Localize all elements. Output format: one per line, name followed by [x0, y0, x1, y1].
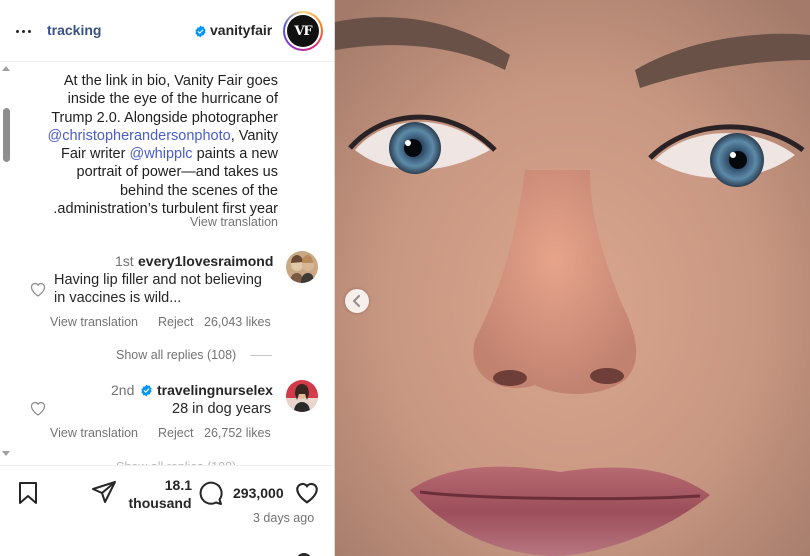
verified-badge-icon — [141, 384, 152, 397]
scroll-up-arrow-icon[interactable] — [2, 66, 10, 71]
replies-divider — [250, 355, 272, 356]
caption-text: , Vanity — [230, 127, 278, 144]
post-actions-bar: 18.1 thousand 293,000 3 days ago — [0, 465, 334, 556]
comment-meta: 26,752 likes — [204, 426, 271, 440]
comment-bubble-icon[interactable] — [197, 480, 223, 506]
post-photo[interactable] — [335, 0, 810, 556]
bookmark-icon[interactable] — [17, 481, 39, 505]
caption-view-translation-link[interactable]: View translation — [150, 215, 278, 229]
comment-reject-link[interactable]: Reject — [158, 426, 193, 440]
shares-count: 18.1 thousand — [124, 476, 196, 512]
chevron-left-icon — [353, 295, 360, 307]
comment-text: Having lip filler and not believing — [54, 272, 262, 288]
comment-username[interactable]: travelingnurselex — [157, 382, 273, 398]
comment-meta: Reject — [158, 426, 193, 440]
post-sidebar: tracking vanityfair VF At the link in bi… — [0, 0, 335, 556]
comment-meta: 26,043 likes — [204, 315, 271, 329]
like-heart-icon[interactable] — [294, 480, 320, 504]
caption-line: Fair writer @whipplc paints a new — [26, 145, 278, 163]
scroll-down-arrow-icon[interactable] — [2, 451, 10, 456]
comment-username[interactable]: every1lovesraimond — [138, 253, 273, 269]
mention-link[interactable]: @whipplc — [129, 146, 192, 162]
caption-line: Trump 2.0. Alongside photographer — [51, 109, 278, 126]
commenter-avatar[interactable] — [286, 380, 318, 412]
comments-count[interactable]: 293,000 — [233, 485, 284, 501]
account-avatar[interactable]: VF — [283, 11, 323, 51]
comment-text: in vaccines is wild... — [54, 290, 182, 306]
comment-text: 28 in dog years — [172, 401, 272, 417]
caption-line: behind the scenes of the — [119, 182, 278, 199]
post-timestamp[interactable]: 3 days ago — [253, 511, 314, 525]
mention-link[interactable]: @christopheranderson​photo — [48, 128, 231, 144]
share-send-icon[interactable] — [91, 480, 117, 504]
comment-likes-count[interactable]: 26,043 likes — [204, 315, 271, 329]
more-options-icon[interactable] — [16, 24, 38, 38]
previous-image-button[interactable] — [345, 289, 369, 313]
caption-line: At the link in bio, Vanity Fair goes — [63, 73, 278, 89]
portrait-closeup-image — [335, 0, 810, 556]
comment-meta: View translation — [50, 315, 138, 329]
verified-badge-icon — [195, 25, 206, 38]
scrollbar-thumb[interactable] — [3, 108, 10, 162]
like-heart-icon[interactable] — [29, 281, 47, 297]
like-heart-icon[interactable] — [29, 400, 47, 416]
comment-reject-link[interactable]: Reject — [158, 315, 193, 329]
caption-line: @christopheranderson​photo, Vanity — [26, 127, 278, 145]
shares-count-number: 18.1 — [164, 477, 192, 493]
post-header: tracking vanityfair VF — [0, 0, 334, 62]
avatar-logo-text: VF — [287, 15, 319, 47]
caption-text: Fair writer — [60, 146, 130, 163]
show-replies-link[interactable]: Show all replies (108) — [116, 348, 236, 362]
tracking-link[interactable]: tracking — [47, 22, 101, 38]
comment-rank: 1st — [115, 253, 134, 269]
caption-text: paints a new — [192, 146, 278, 163]
comment-view-translation-link[interactable]: View translation — [50, 426, 138, 440]
comment-rank: 2nd — [111, 382, 135, 398]
comment-likes-count[interactable]: 26,752 likes — [204, 426, 271, 440]
caption-line: inside the eye of the hurricane of — [67, 91, 278, 108]
account-name[interactable]: vanityfair — [210, 22, 272, 38]
shares-count-unit: thousand — [128, 495, 192, 511]
commenter-avatar[interactable] — [286, 251, 318, 283]
comment-view-translation-link[interactable]: View translation — [50, 315, 138, 329]
comment-meta: Reject — [158, 315, 193, 329]
caption-line: portrait of power—and takes us — [76, 164, 279, 181]
comment-meta: View translation — [50, 426, 138, 440]
post-caption: At the link in bio, Vanity Fair goes ins… — [26, 72, 278, 218]
